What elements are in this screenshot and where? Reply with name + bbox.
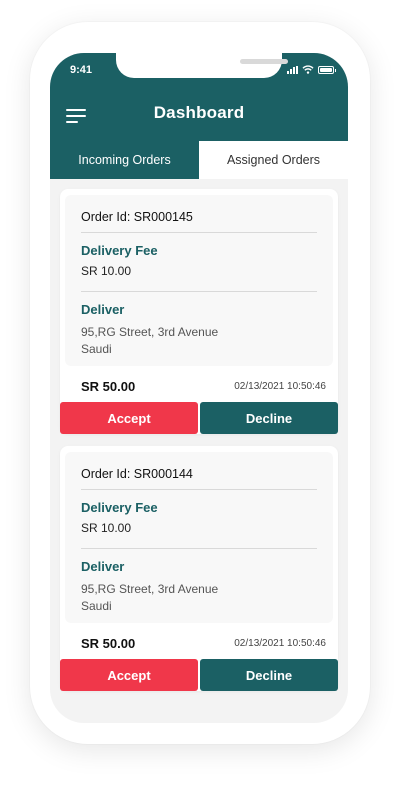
order-list: Order Id: SR000145 Delivery Fee SR 10.00… bbox=[60, 189, 338, 703]
app-header: 9:41 Dashboard Incoming Orders Assigned … bbox=[50, 53, 348, 179]
order-card: Order Id: SR000145 Delivery Fee SR 10.00… bbox=[60, 189, 338, 434]
status-time: 9:41 bbox=[70, 64, 93, 76]
order-card: Order Id: SR000144 Delivery Fee SR 10.00… bbox=[60, 446, 338, 691]
delivery-address: 95,RG Street, 3rd Avenue Saudi bbox=[81, 581, 317, 615]
accept-button[interactable]: Accept bbox=[60, 659, 198, 691]
delivery-fee-value: SR 10.00 bbox=[81, 264, 317, 292]
order-total: SR 50.00 bbox=[81, 379, 136, 394]
deliver-label: Deliver bbox=[81, 559, 125, 574]
address-line-1: 95,RG Street, 3rd Avenue bbox=[81, 325, 219, 339]
delivery-fee-value: SR 10.00 bbox=[81, 521, 317, 549]
address-line-2: Saudi bbox=[81, 599, 112, 613]
order-tabs: Incoming Orders Assigned Orders bbox=[50, 141, 348, 179]
delivery-fee-label: Delivery Fee bbox=[81, 500, 158, 515]
page-title: Dashboard bbox=[153, 103, 245, 122]
order-actions: Accept Decline bbox=[60, 659, 338, 691]
order-id: Order Id: SR000145 bbox=[81, 210, 317, 233]
signal-icon bbox=[287, 65, 298, 74]
accept-button[interactable]: Accept bbox=[60, 402, 198, 434]
battery-icon bbox=[318, 65, 336, 74]
order-datetime: 02/13/2021 10:50:46 bbox=[234, 381, 326, 392]
order-details: Order Id: SR000144 Delivery Fee SR 10.00… bbox=[65, 452, 333, 623]
address-line-2: Saudi bbox=[81, 342, 112, 356]
order-total: SR 50.00 bbox=[81, 636, 136, 651]
deliver-label: Deliver bbox=[81, 302, 125, 317]
decline-button[interactable]: Decline bbox=[200, 402, 338, 434]
status-icons bbox=[287, 65, 336, 74]
order-summary: SR 50.00 02/13/2021 10:50:46 bbox=[60, 366, 338, 402]
order-id: Order Id: SR000144 bbox=[81, 467, 317, 490]
tab-incoming-orders[interactable]: Incoming Orders bbox=[50, 141, 199, 179]
delivery-address: 95,RG Street, 3rd Avenue Saudi bbox=[81, 324, 317, 358]
order-datetime: 02/13/2021 10:50:46 bbox=[234, 638, 326, 649]
speaker-icon bbox=[240, 59, 288, 64]
wifi-icon bbox=[302, 65, 314, 74]
app-screen: 9:41 Dashboard Incoming Orders Assigned … bbox=[50, 53, 348, 723]
device-notch bbox=[116, 53, 288, 78]
address-line-1: 95,RG Street, 3rd Avenue bbox=[81, 582, 219, 596]
decline-button[interactable]: Decline bbox=[200, 659, 338, 691]
delivery-fee-label: Delivery Fee bbox=[81, 243, 158, 258]
order-summary: SR 50.00 02/13/2021 10:50:46 bbox=[60, 623, 338, 659]
tab-assigned-orders[interactable]: Assigned Orders bbox=[199, 141, 348, 179]
order-actions: Accept Decline bbox=[60, 402, 338, 434]
order-details: Order Id: SR000145 Delivery Fee SR 10.00… bbox=[65, 195, 333, 366]
